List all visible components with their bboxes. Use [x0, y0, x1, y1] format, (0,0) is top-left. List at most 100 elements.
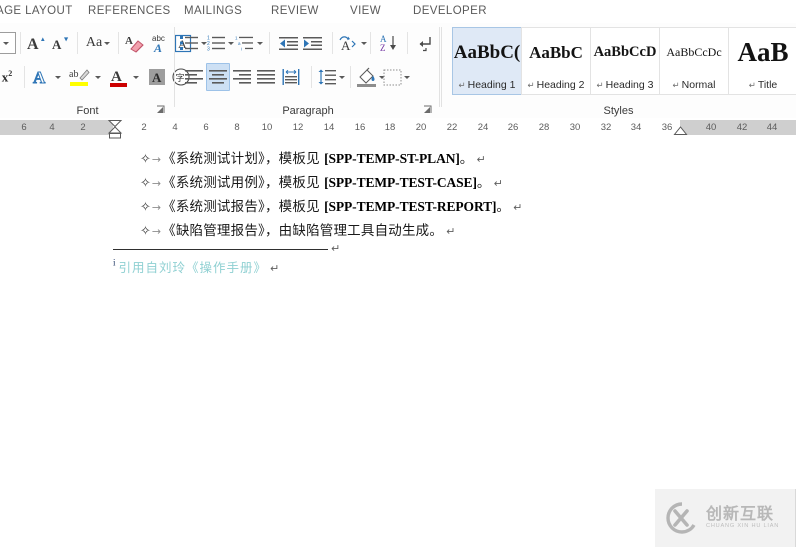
superscript-button[interactable]: x2 [0, 63, 20, 91]
increase-indent-icon [303, 36, 322, 50]
shading-button[interactable] [356, 63, 385, 91]
chevron-down-icon[interactable] [95, 75, 101, 79]
line-spacing-button[interactable] [318, 63, 345, 91]
highlight-icon: ab [69, 69, 90, 86]
divider [77, 32, 78, 54]
multilevel-list-button[interactable]: 1 a i [235, 29, 263, 57]
change-case-button[interactable]: Aa [82, 29, 114, 57]
pilcrow-icon: ↵ [458, 80, 466, 90]
footnote-text: 引用自刘玲《操作手册》 [118, 260, 268, 275]
ruler-tick: 42 [736, 122, 748, 133]
style-label: Heading 3 [605, 79, 654, 91]
font-color-button[interactable]: A [107, 63, 131, 91]
chevron-down-icon [227, 41, 234, 45]
style-heading-3[interactable]: AaBbCcD ↵ Heading 3 [590, 27, 660, 95]
paragraph-text: 《系统测试报告》，模板见 [162, 199, 320, 215]
tab-view[interactable]: VIEW [350, 0, 413, 23]
style-heading-2[interactable]: AaBbC ↵ Heading 2 [521, 27, 591, 95]
text-effects-button[interactable]: A [29, 63, 53, 91]
divider [311, 66, 312, 88]
decrease-indent-button[interactable] [277, 29, 301, 57]
ruler-tick: 24 [477, 122, 489, 133]
asian-layout-button[interactable]: A [338, 29, 367, 57]
tab-mark: → [151, 201, 162, 214]
borders-button[interactable] [383, 63, 410, 91]
style-name: ↵ Title [729, 77, 796, 94]
chevron-down-icon[interactable] [133, 75, 139, 79]
paragraph-text: 《系统测试用例》，模板见 [162, 175, 320, 191]
style-name: ↵ Normal [660, 77, 728, 94]
ruler-tick: 44 [766, 122, 778, 133]
ruler-tick: 4 [49, 122, 55, 133]
paragraph-mark: ↵ [446, 225, 456, 238]
ruler-tick: 14 [323, 122, 335, 133]
chevron-down-icon[interactable] [55, 75, 61, 79]
clear-formatting-button[interactable]: A [123, 29, 147, 57]
clear-formatting-icon: A [125, 35, 144, 53]
font-dialog-launcher[interactable] [156, 105, 167, 116]
tab-review[interactable]: REVIEW [271, 0, 350, 23]
show-formatting-marks-button[interactable] [414, 29, 436, 57]
style-name: ↵ Heading 1 [453, 77, 521, 94]
divider [269, 32, 270, 54]
paragraph-dialog-launcher[interactable] [423, 105, 434, 116]
svg-text:A: A [125, 35, 133, 47]
text-effects-icon: A [33, 68, 47, 88]
document-paragraph[interactable]: ✧→《系统测试计划》，模板见 [SPP-TEMP-ST-PLAN]。 ↵ [140, 147, 486, 167]
group-label-paragraph: Paragraph [282, 105, 334, 117]
grow-font-button[interactable]: A [25, 29, 49, 57]
distribute-icon [282, 69, 299, 85]
style-label: Title [757, 79, 778, 91]
align-center-button[interactable] [206, 63, 230, 91]
ruler-tick: 20 [415, 122, 427, 133]
numbering-button[interactable]: 1 2 3 [207, 29, 234, 57]
template-code: [SPP-TEMP-TEST-CASE] [324, 175, 477, 190]
text-highlight-color-button[interactable]: ab [67, 63, 93, 91]
svg-text:A: A [152, 70, 162, 85]
ruler-tick: 28 [538, 122, 550, 133]
bullet-glyph: ✧ [140, 200, 151, 215]
phonetic-guide-button[interactable]: abc A [147, 29, 171, 57]
justify-button[interactable] [254, 63, 278, 91]
document-canvas[interactable]: ✧→《系统测试计划》，模板见 [SPP-TEMP-ST-PLAN]。 ↵ ✧→《系… [0, 139, 796, 547]
bullets-button[interactable] [179, 29, 207, 57]
horizontal-ruler[interactable]: 6 4 2 2 4 6 8 10 12 14 16 18 20 22 24 26… [0, 118, 796, 140]
template-code: [SPP-TEMP-ST-PLAN] [324, 151, 460, 166]
shrink-font-button[interactable]: A [49, 29, 73, 57]
style-preview: AaBbC [529, 42, 583, 62]
style-label: Normal [681, 79, 716, 91]
font-size-dropdown[interactable] [0, 32, 16, 54]
svg-text:A: A [153, 41, 162, 55]
ruler-tick: 8 [234, 122, 240, 133]
ruler-tick: 2 [80, 122, 86, 133]
group-divider [441, 27, 442, 107]
tab-references[interactable]: REFERENCES [88, 0, 184, 23]
chevron-down-icon [339, 75, 345, 79]
left-indent-markers[interactable] [107, 118, 123, 139]
distribute-button[interactable] [278, 63, 304, 91]
document-paragraph[interactable]: ✧→《缺陷管理报告》，由缺陷管理工具自动生成。 ↵ [140, 219, 455, 239]
ribbon-group-paragraph: 1 2 3 1 a i A A Z Paragraph [176, 23, 440, 118]
right-indent-marker[interactable] [673, 126, 688, 137]
template-code: [SPP-TEMP-TEST-REPORT] [324, 199, 497, 214]
sort-button[interactable]: A Z [377, 29, 401, 57]
tab-developer[interactable]: DEVELOPER [413, 0, 487, 23]
character-shading-icon: A [149, 69, 165, 85]
style-heading-1[interactable]: AaBbC( ↵ Heading 1 [452, 27, 522, 95]
tab-page-layout[interactable]: AGE LAYOUT [0, 0, 88, 23]
footnote[interactable]: i 引用自刘玲《操作手册》 ↵ [113, 257, 279, 277]
multilevel-list-icon: 1 a i [235, 36, 253, 51]
style-title[interactable]: AaB ↵ Title [728, 27, 796, 95]
document-paragraph[interactable]: ✧→《系统测试用例》，模板见 [SPP-TEMP-TEST-CASE]。 ↵ [140, 171, 503, 191]
style-normal[interactable]: AaBbCcDc ↵ Normal [659, 27, 729, 95]
paragraph-text-tail: 。 [496, 199, 511, 215]
document-paragraph[interactable]: ✧→《系统测试报告》，模板见 [SPP-TEMP-TEST-REPORT]。 ↵ [140, 195, 522, 215]
align-left-button[interactable] [182, 63, 206, 91]
bullet-glyph: ✧ [140, 152, 151, 167]
increase-indent-button[interactable] [301, 29, 325, 57]
svg-text:A: A [111, 69, 122, 85]
tab-mailings[interactable]: MAILINGS [184, 0, 271, 23]
character-shading-button[interactable]: A [145, 63, 169, 91]
footnote-separator [113, 249, 328, 250]
align-right-button[interactable] [230, 63, 254, 91]
